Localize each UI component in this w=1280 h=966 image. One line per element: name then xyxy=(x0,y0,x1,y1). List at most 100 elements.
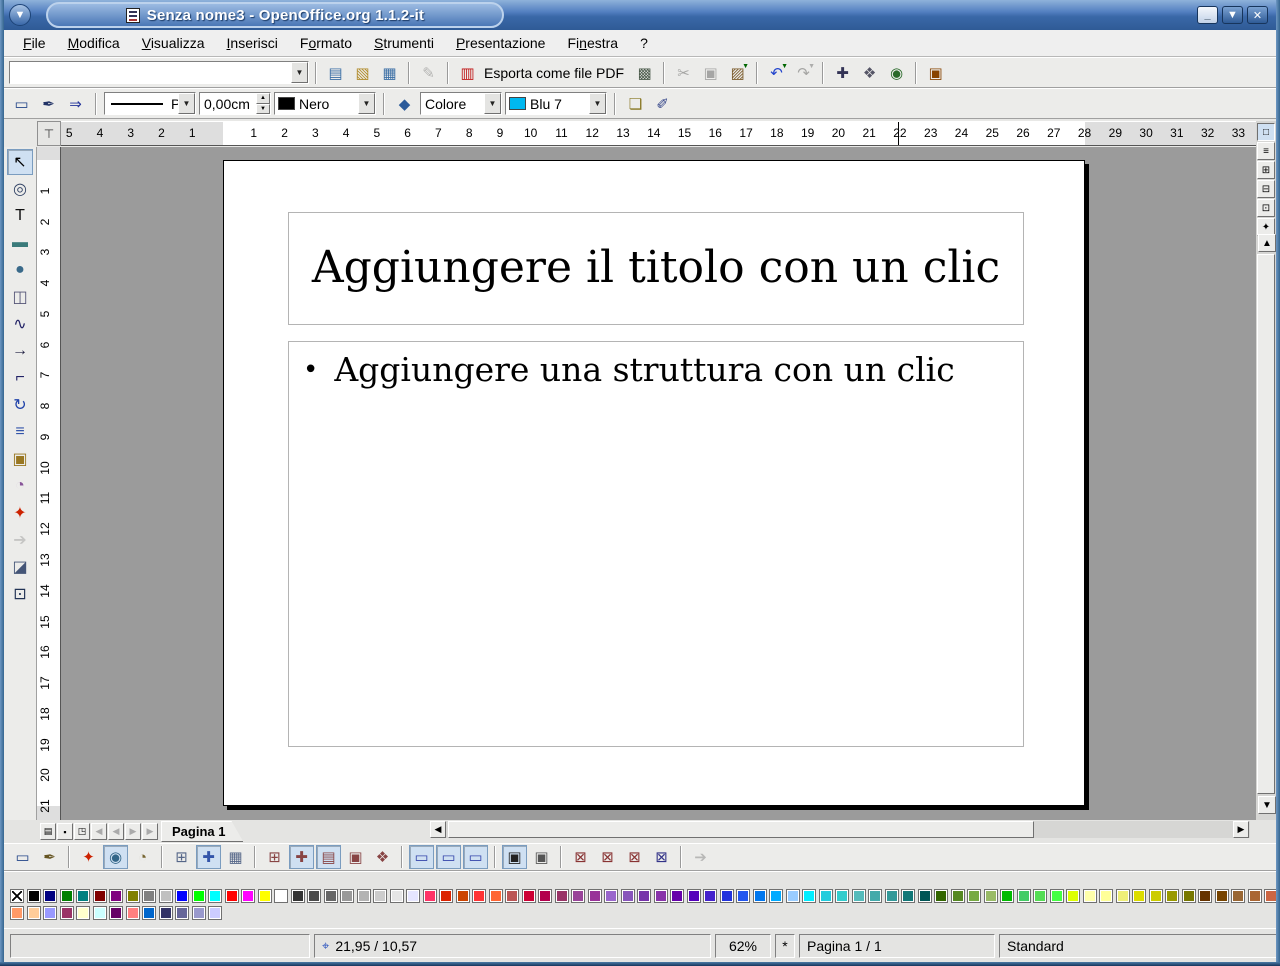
menu-visualizza[interactable]: Visualizza xyxy=(131,32,216,54)
vertical-ruler[interactable]: 123456789101112131415161718192021 xyxy=(37,147,61,820)
export-pdf-icon-label[interactable]: Esporta come file PDF xyxy=(482,65,630,81)
animation-preview-toggle[interactable]: ◔ xyxy=(130,845,155,869)
insert-tool[interactable]: ◔ xyxy=(7,473,33,499)
color-swatch[interactable] xyxy=(274,889,288,903)
effects-3d-tool[interactable]: ◪ xyxy=(7,554,33,580)
color-swatch[interactable] xyxy=(967,889,981,903)
menu-modifica[interactable]: Modifica xyxy=(57,32,131,54)
color-swatch[interactable] xyxy=(27,906,41,920)
color-swatch[interactable] xyxy=(175,906,189,920)
color-swatch[interactable] xyxy=(868,889,882,903)
color-swatch[interactable] xyxy=(142,906,156,920)
allow-effects-toggle[interactable]: ✦ xyxy=(76,845,101,869)
color-swatch[interactable] xyxy=(390,889,404,903)
rotate-tool[interactable]: ↻ xyxy=(7,392,33,418)
menu-finestra[interactable]: Finestra xyxy=(556,32,629,54)
color-swatch[interactable] xyxy=(456,889,470,903)
stylist-icon[interactable]: ❖ xyxy=(857,61,882,85)
snap-to-grid-toggle[interactable]: ⊞ xyxy=(262,845,287,869)
color-swatch[interactable] xyxy=(159,906,173,920)
color-swatch[interactable] xyxy=(27,889,41,903)
connector-tool[interactable]: ⌐ xyxy=(7,365,33,391)
simple-handles-toggle[interactable]: ▣ xyxy=(502,845,527,869)
fill-color-combo[interactable]: Blu 7 ▼ xyxy=(505,92,607,115)
color-swatch[interactable] xyxy=(703,889,717,903)
color-swatch[interactable] xyxy=(258,889,272,903)
color-swatch[interactable] xyxy=(1083,889,1097,903)
shadow-icon[interactable]: ❏ xyxy=(623,92,648,116)
color-swatch[interactable] xyxy=(439,889,453,903)
scroll-right-icon[interactable]: ▶ xyxy=(1233,821,1249,838)
line-style-combo[interactable]: Pie ▼ xyxy=(104,92,196,115)
zoom-value[interactable]: 62% xyxy=(729,938,757,954)
show-grid-toggle[interactable]: ⊞ xyxy=(169,845,194,869)
color-swatch[interactable] xyxy=(10,906,24,920)
save-icon[interactable]: ▦ xyxy=(377,61,402,85)
color-swatch[interactable] xyxy=(423,889,437,903)
title-placeholder[interactable]: Aggiungere il titolo con un clic xyxy=(288,212,1024,325)
color-swatch[interactable] xyxy=(307,889,321,903)
line-style-dropdown-icon[interactable]: ▼ xyxy=(178,93,195,114)
master-mode-button[interactable]: ▪ xyxy=(57,823,73,840)
color-swatch[interactable] xyxy=(621,889,635,903)
color-swatch[interactable] xyxy=(1182,889,1196,903)
fill-color-dropdown-icon[interactable]: ▼ xyxy=(589,93,606,114)
edit-points-toggle[interactable]: ▭ xyxy=(10,845,35,869)
color-swatch[interactable] xyxy=(786,889,800,903)
select-text-area-toggle[interactable]: ▭ xyxy=(436,845,461,869)
color-swatch[interactable] xyxy=(126,906,140,920)
scroll-left-icon[interactable]: ◀ xyxy=(430,821,446,838)
vertical-scroll-thumb[interactable] xyxy=(1257,254,1275,794)
outline-placeholder[interactable]: • Aggiungere una struttura con un clic xyxy=(288,341,1024,747)
color-swatch[interactable] xyxy=(192,906,206,920)
color-swatch[interactable] xyxy=(951,889,965,903)
color-swatch[interactable] xyxy=(241,889,255,903)
color-swatch[interactable] xyxy=(736,889,750,903)
color-swatch[interactable] xyxy=(1017,889,1031,903)
minimize-button[interactable]: _ xyxy=(1197,6,1218,24)
arrange-tool[interactable]: ▣ xyxy=(7,446,33,472)
color-swatch[interactable] xyxy=(208,889,222,903)
edit-file-icon[interactable]: ✎ xyxy=(416,61,441,85)
color-swatch[interactable] xyxy=(1149,889,1163,903)
color-swatch[interactable] xyxy=(1066,889,1080,903)
color-swatch[interactable] xyxy=(109,906,123,920)
color-swatch[interactable] xyxy=(1050,889,1064,903)
ruler-origin-corner[interactable]: ⊤ xyxy=(37,121,61,146)
color-swatch[interactable] xyxy=(1132,889,1146,903)
color-swatch[interactable] xyxy=(1116,889,1130,903)
title-placeholder-text[interactable]: Aggiungere il titolo con un clic xyxy=(312,241,1000,295)
zoom-tool[interactable]: ◎ xyxy=(7,176,33,202)
interaction-tool[interactable]: ➔ xyxy=(7,527,33,553)
color-swatch[interactable] xyxy=(76,889,90,903)
objects-3d-tool[interactable]: ◫ xyxy=(7,284,33,310)
vertical-scrollbar[interactable]: □≡⊞⊟⊡✦ ▲ ▼ xyxy=(1256,121,1276,820)
color-swatch[interactable] xyxy=(984,889,998,903)
color-swatch[interactable] xyxy=(489,889,503,903)
redo-icon[interactable]: ↷▼ xyxy=(791,61,816,85)
status-zoom-field[interactable]: 62% xyxy=(715,934,771,958)
guides-when-moving-toggle[interactable]: ▦ xyxy=(223,845,248,869)
color-swatch[interactable] xyxy=(93,889,107,903)
presentation-tool[interactable]: ⊡ xyxy=(7,581,33,607)
color-swatch[interactable] xyxy=(175,889,189,903)
contour-mode-toggle[interactable]: ⊠ xyxy=(595,845,620,869)
line-dialog-icon[interactable]: ✒ xyxy=(36,92,61,116)
color-swatch[interactable] xyxy=(1248,889,1262,903)
color-swatch[interactable] xyxy=(340,889,354,903)
alignment-tool[interactable]: ≡ xyxy=(7,419,33,445)
color-swatch[interactable] xyxy=(604,889,618,903)
color-swatch[interactable] xyxy=(357,889,371,903)
picture-placeholder-toggle[interactable]: ⊠ xyxy=(568,845,593,869)
color-swatch[interactable] xyxy=(885,889,899,903)
exit-all-groups-button[interactable]: ➔ xyxy=(688,845,713,869)
snap-to-object-border-toggle[interactable]: ▣ xyxy=(343,845,368,869)
color-swatch[interactable] xyxy=(1000,889,1014,903)
color-swatch-nofill[interactable] xyxy=(10,889,24,903)
color-swatch[interactable] xyxy=(918,889,932,903)
maximize-button[interactable]: ▼ xyxy=(1222,6,1243,24)
color-swatch[interactable] xyxy=(60,889,74,903)
color-swatch[interactable] xyxy=(43,906,57,920)
color-swatch[interactable] xyxy=(1165,889,1179,903)
color-swatch[interactable] xyxy=(835,889,849,903)
